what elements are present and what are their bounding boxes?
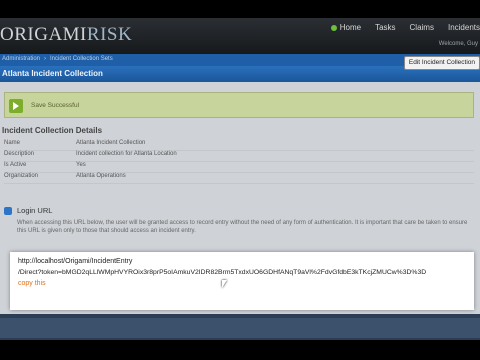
login-url-title: Login URL	[17, 206, 53, 215]
home-icon	[330, 24, 337, 31]
url-popup: http://localhost/Origami/IncidentEntry /…	[10, 252, 474, 310]
bottom-strip	[0, 314, 480, 340]
mouse-cursor-icon	[222, 280, 227, 288]
top-bar: ORIGAMIRISK Home Tasks Claims Incidents …	[0, 18, 480, 54]
detail-value: Atlanta Operations	[76, 173, 126, 179]
bottom-strip-inner	[0, 318, 480, 338]
detail-key: Description	[4, 151, 35, 157]
detail-value: Yes	[76, 162, 86, 168]
copy-this-link[interactable]: copy this	[18, 280, 46, 287]
detail-value: Atlanta Incident Collection	[76, 140, 146, 146]
login-url-section: Login URL When accessing this URL below,…	[4, 206, 474, 235]
app-window: ORIGAMIRISK Home Tasks Claims Incidents …	[0, 18, 480, 340]
link-icon	[4, 206, 12, 215]
url-line-1[interactable]: http://localhost/Origami/IncidentEntry	[18, 258, 132, 265]
detail-key: Name	[4, 140, 21, 146]
welcome-text: Welcome, Guy	[438, 41, 478, 47]
letterbox-bottom	[0, 340, 480, 360]
login-url-description: When accessing this URL below, the user …	[17, 220, 468, 234]
nav-claims-label: Claims	[409, 23, 434, 32]
nav-incidents-label: Incidents	[447, 23, 480, 32]
breadcrumb-separator: ›	[44, 56, 47, 62]
edit-incident-collection-button[interactable]: Edit Incident Collection	[403, 56, 480, 70]
letterbox-top	[0, 0, 480, 18]
nav-incidents[interactable]: Incidents	[448, 23, 480, 32]
nav-home[interactable]: Home	[330, 23, 362, 32]
detail-row: Is Active Yes	[4, 162, 474, 173]
nav-home-label: Home	[339, 23, 362, 32]
detail-key: Organization	[4, 173, 39, 179]
url-line-2[interactable]: /Direct?token=bMGD2qLLlWMpHVYROix3r8prP5…	[18, 269, 426, 276]
detail-row: Name Atlanta Incident Collection	[4, 140, 474, 151]
page-title: Atlanta Incident Collection	[2, 69, 103, 78]
nav-tasks[interactable]: Tasks	[375, 23, 395, 32]
play-icon	[9, 99, 23, 113]
breadcrumb-item[interactable]: Administration	[2, 56, 40, 62]
section-title: Incident Collection Details	[2, 126, 103, 135]
main-nav: Home Tasks Claims Incidents	[330, 23, 480, 32]
detail-key: Is Active	[4, 162, 27, 168]
nav-claims[interactable]: Claims	[410, 23, 434, 32]
login-url-heading: Login URL	[4, 206, 474, 215]
nav-tasks-label: Tasks	[375, 23, 396, 32]
alert-text: Save Successful	[31, 102, 80, 109]
logo[interactable]: ORIGAMIRISK	[0, 24, 132, 46]
details-table: Name Atlanta Incident Collection Descript…	[4, 140, 474, 184]
success-alert: Save Successful	[4, 92, 474, 118]
breadcrumb-item[interactable]: Incident Collection Sets	[50, 56, 113, 62]
breadcrumb: Administration › Incident Collection Set…	[2, 56, 113, 62]
detail-value: Incident collection for Atlanta Location	[76, 151, 177, 157]
logo-accent: RISK	[86, 24, 133, 45]
detail-row: Description Incident collection for Atlan…	[4, 151, 474, 162]
detail-row: Organization Atlanta Operations	[4, 173, 474, 184]
logo-main: ORIGAMI	[0, 24, 87, 45]
